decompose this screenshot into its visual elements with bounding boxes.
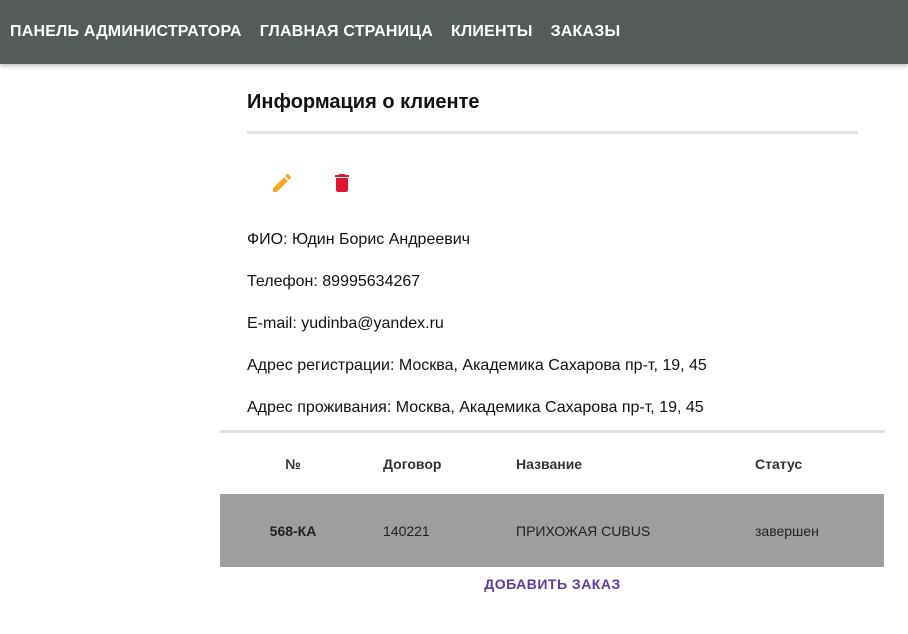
column-header-number[interactable]: № xyxy=(220,433,366,494)
fullname-value: Юдин Борис Андреевич xyxy=(292,231,471,248)
nav-item-clients[interactable]: КЛИЕНТЫ xyxy=(451,23,533,41)
residence-address-label: Адрес проживания: xyxy=(247,399,392,416)
order-number-cell: 568-КА xyxy=(269,522,317,539)
order-status-cell: завершен xyxy=(755,522,819,539)
registration-address-label: Адрес регистрации: xyxy=(247,357,395,374)
nav-item-home[interactable]: ГЛАВНАЯ СТРАНИЦА xyxy=(260,23,433,41)
column-header-contract[interactable]: Договор xyxy=(383,433,441,494)
title-divider xyxy=(247,131,858,134)
residence-address-value: Москва, Академика Сахарова пр-т, 19, 45 xyxy=(395,399,704,416)
delete-client-button[interactable] xyxy=(328,169,356,197)
order-contract-cell: 140221 xyxy=(383,522,430,539)
email-value: yudinba@yandex.ru xyxy=(301,315,444,332)
edit-client-button[interactable] xyxy=(268,169,296,197)
client-fullname: ФИО: Юдин Борис Андреевич xyxy=(247,231,470,249)
nav-item-orders[interactable]: ЗАКАЗЫ xyxy=(551,23,621,41)
client-phone: Телефон: 89995634267 xyxy=(247,273,420,291)
registration-address-value: Москва, Академика Сахарова пр-т, 19, 45 xyxy=(398,357,707,374)
phone-value: 89995634267 xyxy=(322,273,421,290)
column-header-name[interactable]: Название xyxy=(516,433,582,494)
page-title: Информация о клиенте xyxy=(247,91,480,113)
orders-table-header: № Договор Название Статус xyxy=(220,433,884,494)
client-email: E-mail: yudinba@yandex.ru xyxy=(247,315,444,333)
column-header-status[interactable]: Статус xyxy=(755,433,802,494)
phone-label: Телефон: xyxy=(247,273,318,290)
client-registration-address: Адрес регистрации: Москва, Академика Сах… xyxy=(247,357,707,375)
trash-icon xyxy=(335,174,349,192)
add-order-button[interactable]: Добавить заказ xyxy=(220,576,885,592)
pencil-icon xyxy=(273,173,292,192)
table-row[interactable]: 568-КА 140221 Прихожая CUBUS завершен xyxy=(220,494,884,567)
top-navigation-bar: ПАНЕЛЬ АДМИНИСТРАТОРА ГЛАВНАЯ СТРАНИЦА К… xyxy=(0,0,908,64)
nav-item-admin-panel[interactable]: ПАНЕЛЬ АДМИНИСТРАТОРА xyxy=(10,23,242,41)
order-name-cell: Прихожая CUBUS xyxy=(516,522,651,539)
fullname-label: ФИО: xyxy=(247,231,288,248)
email-label: E-mail: xyxy=(247,315,297,332)
client-residence-address: Адрес проживания: Москва, Академика Саха… xyxy=(247,399,704,417)
